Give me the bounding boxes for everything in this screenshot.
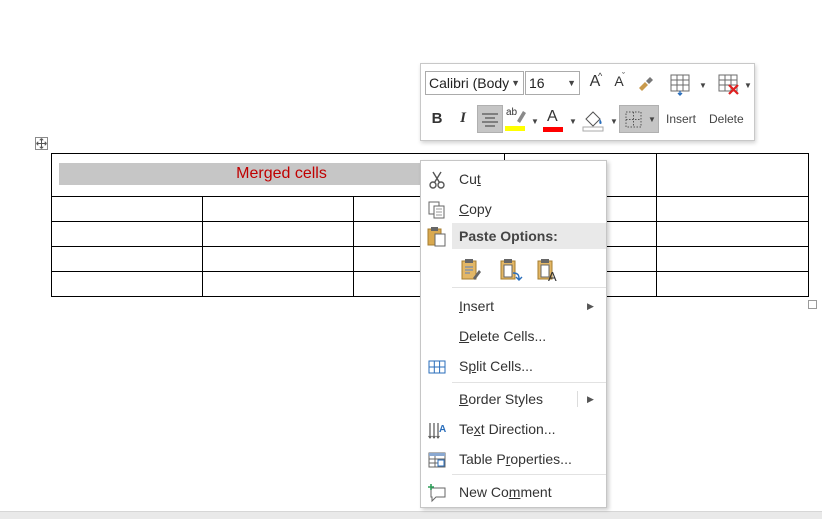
borders-icon (625, 111, 642, 128)
insert-table-button[interactable] (667, 72, 695, 98)
menu-item-label: Insert (459, 298, 495, 314)
svg-text:A: A (548, 269, 557, 283)
menu-item-table-properties[interactable]: Table Properties... (421, 444, 606, 474)
down-caret-icon: ˇ (622, 71, 625, 81)
paste-keep-source-formatting-button[interactable] (459, 257, 485, 283)
table-cell[interactable] (51, 271, 203, 297)
chevron-down-icon: ▼ (648, 115, 656, 124)
format-painter-button[interactable] (635, 74, 657, 94)
menu-item-copy[interactable]: Copy (421, 194, 606, 224)
table-cell[interactable] (51, 196, 203, 222)
submenu-arrow-icon: ▶ (587, 394, 594, 404)
table-cell[interactable] (202, 221, 354, 247)
submenu-arrow-icon: ▶ (587, 301, 594, 311)
menu-item-split-cells[interactable]: Split Cells... (421, 351, 606, 381)
font-color-button[interactable]: A (543, 107, 565, 133)
table-cell[interactable] (51, 221, 203, 247)
menu-item-label: Cut (459, 171, 481, 187)
new-comment-icon (428, 484, 446, 503)
up-caret-icon: ^ (598, 71, 603, 81)
text-direction-icon: A (428, 423, 446, 439)
menu-item-new-comment[interactable]: New Comment (421, 477, 606, 507)
paste-text-only-icon: A (537, 259, 557, 284)
italic-button[interactable]: I (453, 110, 473, 132)
chevron-down-icon[interactable]: ▼ (699, 81, 707, 90)
delete-table-icon (718, 74, 739, 95)
borders-button[interactable]: ▼ (619, 105, 659, 133)
font-color-swatch (543, 127, 563, 132)
menu-item-border-styles[interactable]: Border Styles ▶ (421, 384, 606, 414)
center-align-button[interactable] (477, 105, 503, 133)
paste-keep-text-only-button[interactable]: A (535, 257, 561, 284)
table-properties-icon (428, 452, 446, 468)
delete-table-button[interactable] (715, 72, 743, 98)
chevron-down-icon: ▼ (509, 72, 520, 94)
highlight-color-swatch (505, 126, 525, 131)
menu-item-label: Table Properties... (459, 451, 572, 467)
table-cell[interactable] (51, 246, 203, 272)
table-move-handle[interactable] (35, 137, 48, 150)
chevron-down-icon[interactable]: ▼ (744, 81, 752, 90)
split-cells-icon (428, 360, 446, 374)
bold-button[interactable]: B (427, 110, 447, 132)
chevron-down-icon[interactable]: ▼ (531, 117, 539, 126)
menu-item-label: Border Styles (459, 391, 544, 407)
menu-item-label: Copy (459, 201, 492, 217)
paint-bucket-icon (582, 111, 604, 132)
menu-item-cut[interactable]: Cut (421, 164, 606, 194)
delete-label[interactable]: Delete (709, 112, 744, 126)
highlight-button[interactable]: ab (505, 107, 529, 133)
align-center-icon (482, 113, 498, 127)
menu-item-label: Split Cells... (459, 358, 533, 374)
table-cell[interactable] (656, 196, 810, 222)
menu-item-label: Text Direction... (459, 421, 556, 437)
format-painter-icon (639, 77, 653, 91)
menu-separator (452, 382, 606, 383)
chevron-down-icon: ▼ (567, 78, 576, 88)
menu-item-label: New Comment (459, 484, 552, 500)
paste-options-header: Paste Options: (452, 223, 606, 249)
paste-merge-formatting-icon (500, 259, 523, 281)
menu-item-text-direction[interactable]: A Text Direction... (421, 414, 606, 444)
table-cell[interactable] (202, 271, 354, 297)
scissors-icon (429, 171, 445, 189)
context-menu: Cut Copy Paste Options: A Insert ▶ Delet… (420, 160, 607, 508)
shrink-font-button[interactable]: Aˇ (609, 71, 629, 95)
menu-item-label: Delete Cells... (459, 328, 547, 344)
insert-label[interactable]: Insert (666, 112, 696, 126)
font-size-value: 16 (529, 75, 545, 91)
paste-keep-formatting-icon (461, 259, 481, 280)
submenu-divider (577, 391, 578, 407)
table-cell[interactable] (656, 246, 810, 272)
grow-font-button[interactable]: A ^ (585, 71, 605, 95)
table-cell[interactable] (656, 221, 810, 247)
paste-merge-formatting-button[interactable] (498, 257, 524, 283)
font-name-value: Calibri (Body) (429, 75, 514, 91)
font-name-dropdown[interactable]: Calibri (Body) ▼ (425, 71, 524, 95)
table-cell[interactable] (656, 153, 810, 197)
menu-separator (452, 287, 606, 288)
mini-toolbar: Calibri (Body) ▼ 16 ▼ A ^ Aˇ ▼ ▼ B I ab … (420, 63, 755, 141)
table-cell[interactable] (202, 246, 354, 272)
chevron-down-icon[interactable]: ▼ (610, 117, 618, 126)
menu-item-delete-cells[interactable]: Delete Cells... (421, 321, 606, 351)
clipboard-icon (427, 227, 446, 247)
table-cell[interactable] (202, 196, 354, 222)
table-cell[interactable] (656, 271, 810, 297)
insert-table-icon (670, 74, 690, 96)
chevron-down-icon[interactable]: ▼ (569, 117, 577, 126)
shading-button[interactable] (581, 107, 607, 133)
table-resize-handle[interactable] (808, 300, 817, 309)
move-arrows-icon (36, 138, 47, 149)
menu-item-insert[interactable]: Insert ▶ (421, 291, 606, 321)
copy-icon (428, 201, 445, 219)
font-size-dropdown[interactable]: 16 ▼ (525, 71, 580, 95)
font-color-glyph: A (547, 108, 558, 125)
svg-text:A: A (439, 424, 446, 435)
menu-separator (452, 474, 606, 475)
